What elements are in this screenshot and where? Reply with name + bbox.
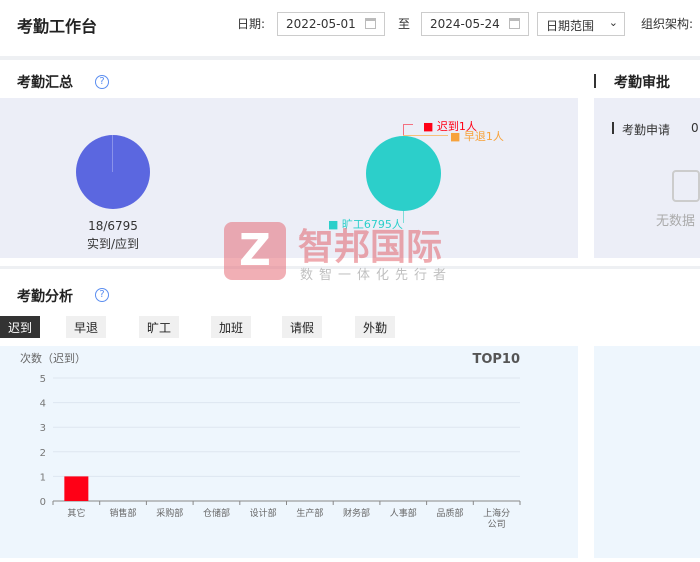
date-range-select[interactable]: 日期范围 ⌄ [537,12,625,36]
approval-panel: 考勤申请 0 无数据 [594,98,700,258]
y-axis-title: 次数（迟到） [20,351,86,365]
x-tick-label: 上海分 [483,507,510,519]
x-tick-label: 生产部 [296,507,323,519]
date-label: 日期: [237,17,266,31]
watermark-name: 智邦国际 [298,227,443,268]
side-panel [594,346,700,558]
x-tick-label: 财务部 [343,507,370,519]
divider [0,56,700,60]
approval-item-label[interactable]: 考勤申请 [622,121,670,138]
x-tick-label: 其它 [67,507,85,519]
tab-3[interactable]: 加班 [211,316,252,338]
attendance-caption: 实到/应到 [86,237,140,251]
tab-1[interactable]: 早退 [66,316,107,338]
summary-panel: 18/6795 实到/应到 ■ 迟到1人 ■ 早退1人 ■ 旷工6795人 [0,98,578,258]
calendar-icon [365,18,376,29]
item-marker [612,122,614,134]
attendance-ratio: 18/6795 [88,219,138,233]
y-tick-label: 0 [40,497,46,508]
x-tick-label: 销售部 [110,507,137,519]
y-tick-label: 3 [40,423,46,434]
chevron-down-icon: ⌄ [608,16,618,29]
date-range-value: 日期范围 [546,19,595,33]
y-tick-label: 4 [40,399,46,410]
early-label: ■ 早退1人 [450,130,504,143]
pie-slice-line [112,135,113,172]
bar-0 [64,476,89,501]
y-tick-label: 1 [40,472,46,483]
page-title: 考勤工作台 [17,17,98,36]
tab-2[interactable]: 旷工 [139,316,180,338]
label-line [403,135,448,136]
tab-5[interactable]: 外勤 [355,316,396,338]
attendance-pie[interactable] [76,135,150,209]
tab-4[interactable]: 请假 [282,316,323,338]
x-tick-label: 人事部 [390,507,417,519]
approval-title: 考勤审批 [614,75,670,91]
y-tick-label: 2 [40,448,46,459]
x-tick-label: 品质部 [436,507,463,519]
exception-pie[interactable] [366,136,441,211]
start-date-input[interactable]: 2022-05-01 [277,12,385,36]
watermark-slogan: 数智一体化先行者 [300,268,453,283]
end-date-input[interactable]: 2024-05-24 [421,12,529,36]
section-marker [594,74,596,88]
help-icon[interactable]: ? [95,288,109,302]
bar-chart: 次数（迟到） TOP10 0 1 2 3 4 5 其它 销售部 采购部 仓储部 设计部 生产部 财务部 人事部… [20,351,521,530]
analysis-title: 考勤分析 [17,289,73,305]
tab-0[interactable]: 迟到 [0,316,41,338]
chart-title: TOP10 [472,352,520,367]
approval-item-value: 0 [691,121,699,135]
org-label: 组织架构: [641,17,694,31]
help-icon[interactable]: ? [95,75,109,89]
early-label-text: 早退1人 [463,130,504,143]
chart-panel: 次数（迟到） TOP10 0 1 2 3 4 5 其它 销售部 采购部 仓储部 设计部 生产部 财务部 人事部… [0,346,578,558]
start-date-value: 2022-05-01 [286,17,356,31]
end-date-value: 2024-05-24 [430,17,500,31]
to-label: 至 [398,17,411,31]
x-tick-label: 公司 [488,519,506,530]
y-tick-label: 5 [40,374,46,385]
empty-text: 无数据 [656,214,696,229]
x-tick-label: 仓储部 [203,507,230,519]
label-line [403,124,413,125]
x-tick-label: 采购部 [156,507,183,519]
x-tick-label: 设计部 [250,507,277,519]
watermark-logo: Z [224,222,286,280]
calendar-icon [509,18,520,29]
summary-title: 考勤汇总 [17,75,73,91]
empty-document-icon [672,170,700,202]
